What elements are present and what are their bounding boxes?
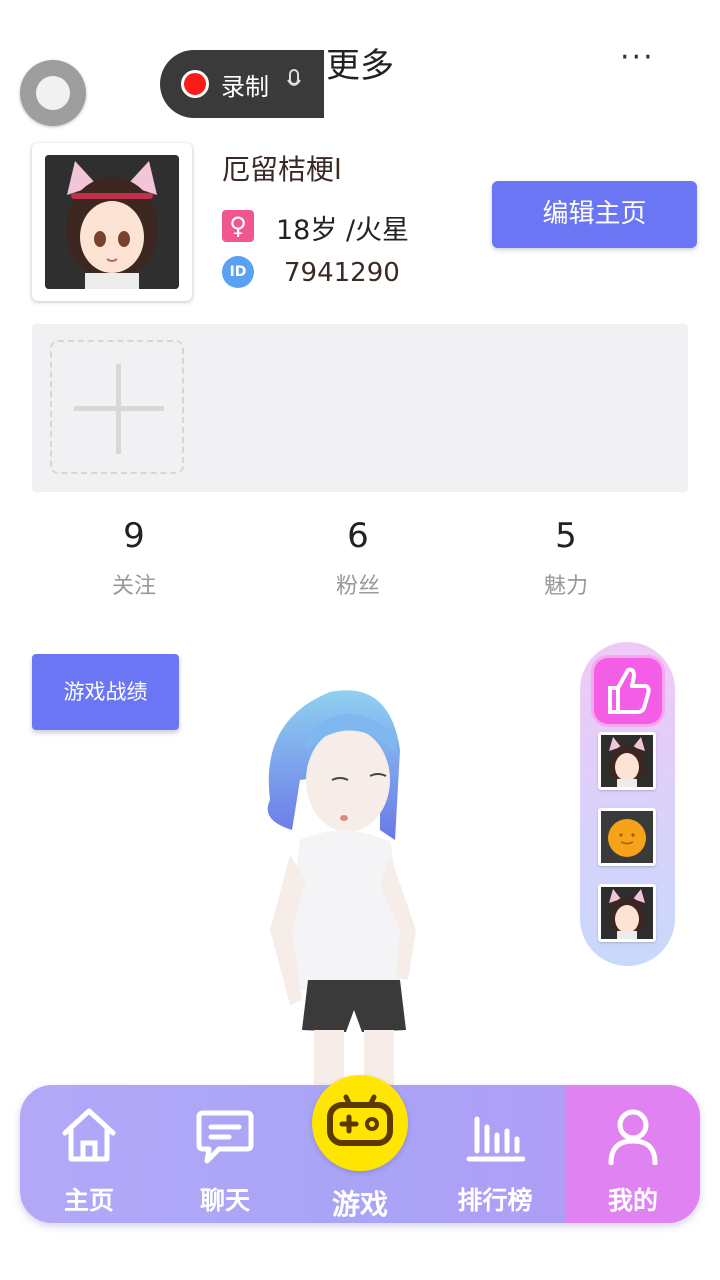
nav-label: 游戏	[331, 1188, 388, 1221]
bottom-nav: 主页 聊天 游戏 排行榜 我的	[20, 1075, 700, 1223]
nav-label: 排行榜	[457, 1186, 533, 1215]
stat-value: 5	[555, 516, 577, 556]
photo-wall	[32, 324, 688, 492]
ranking-icon	[466, 1116, 525, 1162]
thumbs-up-icon[interactable]	[594, 658, 662, 724]
nav-item-ranking[interactable]: 排行榜	[428, 1085, 562, 1223]
add-photo-button[interactable]	[50, 340, 184, 474]
nav-item-game[interactable]: 游戏	[293, 1085, 427, 1223]
avatar-image	[45, 155, 179, 289]
user-id: 7941290	[284, 258, 400, 288]
home-icon	[62, 1108, 116, 1162]
stat-value: 9	[123, 516, 145, 556]
nav-item-home[interactable]: 主页	[22, 1085, 156, 1223]
more-options-icon[interactable]: ···	[620, 40, 655, 75]
screen-record-pill[interactable]: 录制	[160, 50, 324, 118]
stat-label: 魅力	[543, 574, 588, 599]
stat-label: 关注	[111, 574, 156, 599]
id-badge-icon: ID	[222, 256, 254, 288]
visitor-avatar[interactable]	[598, 732, 656, 790]
chat-icon	[196, 1110, 254, 1164]
record-label: 录制	[221, 72, 269, 101]
stat-charm[interactable]: 5 魅力	[506, 516, 626, 600]
nav-item-chat[interactable]: 聊天	[158, 1085, 292, 1223]
plus-icon-vertical	[116, 364, 121, 454]
stat-fans[interactable]: 6 粉丝	[298, 516, 418, 600]
nav-item-mine[interactable]: 我的	[566, 1085, 700, 1223]
visitor-avatar[interactable]	[598, 808, 656, 866]
nav-label: 我的	[607, 1186, 658, 1215]
visitor-avatar-image	[601, 811, 653, 863]
like-panel	[580, 642, 675, 966]
visitor-avatar[interactable]	[598, 884, 656, 942]
floating-assist-ball[interactable]	[20, 60, 86, 126]
visitor-avatar-image	[601, 735, 653, 787]
stat-label: 粉丝	[335, 574, 380, 599]
game-record-button[interactable]: 游戏战绩	[32, 654, 179, 730]
nav-label: 主页	[63, 1186, 114, 1215]
nav-label: 聊天	[199, 1186, 250, 1215]
user-icon	[608, 1109, 658, 1165]
stat-value: 6	[347, 516, 369, 556]
edit-profile-button[interactable]: 编辑主页	[492, 181, 697, 248]
female-gender-icon: ♀	[222, 210, 254, 242]
visitor-avatar-image	[601, 887, 653, 939]
stat-following[interactable]: 9 关注	[74, 516, 194, 600]
avatar-3d-character[interactable]	[230, 680, 450, 1100]
nickname: 厄留桔梗l	[222, 153, 342, 186]
record-dot-icon	[181, 70, 209, 98]
age-location: 18岁 /火星	[276, 215, 410, 246]
profile-avatar[interactable]	[32, 143, 192, 301]
page-title: 更多	[326, 46, 394, 86]
mic-icon	[287, 68, 301, 100]
